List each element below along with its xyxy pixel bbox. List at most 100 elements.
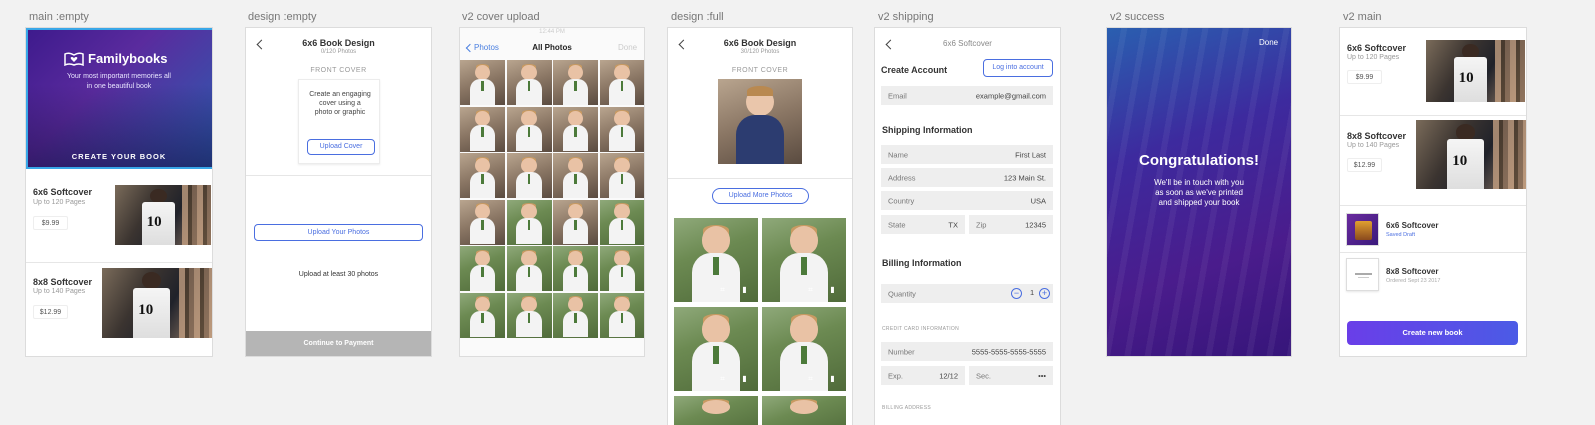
artboard-main-empty: Familybooks Your most important memories… (26, 28, 212, 356)
photo-thumbnail[interactable] (599, 60, 644, 105)
product-photo: 10 (115, 185, 211, 245)
done-button[interactable]: Done (1259, 38, 1278, 47)
address-field[interactable]: Address 123 Main St. (881, 168, 1053, 187)
trash-icon[interactable]: ▮ (740, 374, 749, 383)
security-code-field[interactable]: Sec. ••• (969, 366, 1053, 385)
upload-your-photos-button[interactable]: Upload Your Photos (254, 224, 423, 241)
product-title: 8x8 Softcover (33, 277, 93, 287)
artboard-label-shipping: v2 shipping (878, 11, 934, 23)
field-label: Name (888, 150, 909, 159)
book-photo-2[interactable]: ⌗ ▮ (762, 218, 846, 302)
success-line-1: We'll be in touch with you (1154, 178, 1244, 187)
photo-thumbnail[interactable] (506, 246, 552, 291)
field-value: 12345 (1025, 220, 1046, 229)
photo-thumbnail[interactable] (460, 60, 505, 105)
front-cover-label: FRONT COVER (731, 67, 789, 74)
product-title: 6x6 Softcover (1347, 43, 1407, 53)
product-card-8x8[interactable]: 8x8 Softcover Up to 140 Pages $12.99 10 (1340, 116, 1526, 203)
trash-icon[interactable]: ▮ (828, 285, 837, 294)
photo-thumbnail[interactable] (553, 60, 598, 105)
order-thumbnail (1346, 258, 1379, 291)
crop-icon[interactable]: ⌗ (718, 285, 727, 294)
order-row-draft[interactable]: 6x6 Softcover Saved Draft (1340, 208, 1526, 250)
photo-thumbnail[interactable] (553, 153, 598, 198)
upload-cover-button[interactable]: Upload Cover (307, 139, 375, 155)
photo-thumbnail[interactable] (599, 153, 644, 198)
field-value: 12/12 (939, 371, 958, 380)
product-card-6x6[interactable]: 6x6 Softcover Up to 120 Pages $9.99 10 (1340, 28, 1526, 115)
crop-icon[interactable]: ⌗ (718, 374, 727, 383)
expiry-field[interactable]: Exp. 12/12 (881, 366, 965, 385)
field-value: TX (948, 220, 958, 229)
photo-thumbnail[interactable] (460, 246, 505, 291)
crop-icon[interactable]: ⌗ (806, 374, 815, 383)
divider (668, 178, 852, 179)
trash-icon[interactable]: ▮ (828, 374, 837, 383)
photo-thumbnail[interactable] (553, 292, 598, 338)
artboard-label-design-empty: design :empty (248, 11, 317, 23)
photo-thumbnail[interactable] (599, 246, 644, 291)
photo-thumbnail[interactable] (506, 60, 552, 105)
page-title: 6x6 Softcover (943, 39, 992, 48)
front-cover-label: FRONT COVER (310, 67, 367, 74)
product-card-8x8[interactable]: 8x8 Softcover Up to 140 Pages $12.99 10 (26, 265, 212, 355)
photo-thumbnail[interactable] (506, 153, 552, 198)
photo-thumbnail[interactable] (599, 292, 644, 338)
field-label: Quantity (888, 289, 916, 298)
product-card-6x6[interactable]: 6x6 Softcover Up to 120 Pages $9.99 10 (26, 175, 212, 263)
product-pages: Up to 140 Pages (33, 288, 86, 295)
book-photo-5[interactable] (674, 396, 758, 425)
divider (26, 262, 212, 263)
photo-thumbnail[interactable] (506, 199, 552, 245)
photo-thumbnail[interactable] (599, 199, 644, 245)
zip-field[interactable]: Zip 12345 (969, 215, 1053, 234)
photo-thumbnail[interactable] (553, 246, 598, 291)
order-row-ordered[interactable]: 8x8 Softcover Ordered Sept 23 2017 (1340, 254, 1526, 296)
divider (1340, 252, 1526, 253)
field-value: 5555-5555-5555-5555 (971, 347, 1046, 356)
log-into-account-button[interactable]: Log into account (983, 59, 1053, 77)
book-photo-6[interactable] (762, 396, 846, 425)
photo-thumbnail[interactable] (506, 292, 552, 338)
field-value: ••• (1038, 371, 1046, 380)
photo-thumbnail[interactable] (599, 106, 644, 152)
create-new-book-button[interactable]: Create new book (1347, 321, 1518, 345)
name-field[interactable]: Name First Last (881, 145, 1053, 164)
minus-icon[interactable]: − (1011, 288, 1022, 299)
plus-icon[interactable]: + (1039, 288, 1050, 299)
photo-thumbnail[interactable] (460, 106, 505, 152)
continue-to-payment-button[interactable]: Continue to Payment (246, 331, 431, 356)
book-photo-1[interactable]: ⌗ ▮ (674, 218, 758, 302)
price-badge: $9.99 (33, 216, 68, 230)
photo-count: 0/120 Photos (320, 49, 357, 55)
card-number-field[interactable]: Number 5555-5555-5555-5555 (881, 342, 1053, 361)
photo-thumbnail[interactable] (553, 106, 598, 152)
photo-thumbnail[interactable] (553, 199, 598, 245)
state-field[interactable]: State TX (881, 215, 965, 234)
photo-thumbnail[interactable] (460, 292, 505, 338)
done-button[interactable]: Done (618, 43, 637, 52)
upload-minimum-hint: Upload at least 30 photos (298, 271, 379, 278)
success-line-2: as soon as we've printed (1155, 188, 1243, 197)
artboard-design-full: 6x6 Book Design 30/120 Photos FRONT COVE… (668, 28, 852, 425)
book-photo-3[interactable]: ⌗ ▮ (674, 307, 758, 391)
trash-icon[interactable]: ▮ (740, 285, 749, 294)
photo-thumbnail[interactable] (506, 106, 552, 152)
success-line-3: and shipped your book (1158, 198, 1240, 207)
field-label: Exp. (888, 371, 904, 380)
email-field[interactable]: Email example@gmail.com (881, 86, 1053, 105)
upload-more-photos-button[interactable]: Upload More Photos (712, 188, 809, 204)
photo-thumbnail[interactable] (460, 153, 505, 198)
billing-address-label: BILLING ADDRESS (882, 405, 931, 411)
country-field[interactable]: Country USA (881, 191, 1053, 210)
cover-photo[interactable] (718, 79, 802, 164)
product-pages: Up to 120 Pages (33, 199, 86, 206)
field-label: Sec. (976, 371, 992, 380)
crop-icon[interactable]: ⌗ (806, 285, 815, 294)
artboard-label-v2-main: v2 main (1343, 11, 1382, 23)
artboard-design-empty: 6x6 Book Design 0/120 Photos FRONT COVER… (246, 28, 431, 356)
product-title: 8x8 Softcover (1347, 131, 1407, 141)
photo-thumbnail[interactable] (460, 199, 505, 245)
order-title: 6x6 Softcover (1386, 221, 1439, 230)
book-photo-4[interactable]: ⌗ ▮ (762, 307, 846, 391)
